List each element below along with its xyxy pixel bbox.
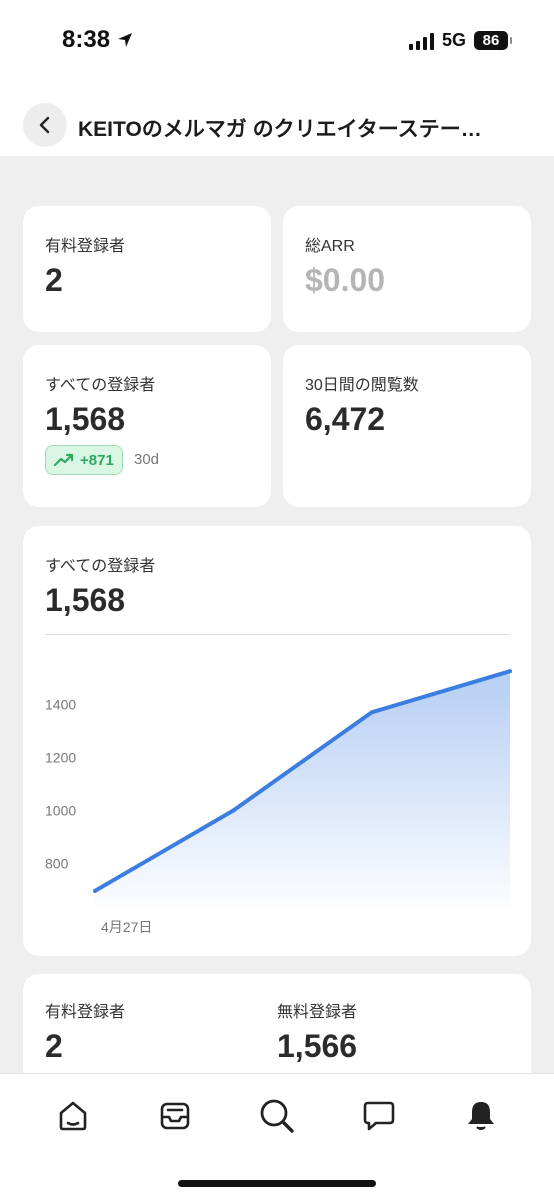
location-arrow-icon [118,33,133,47]
search-icon [260,1099,294,1133]
tab-search[interactable] [255,1094,299,1138]
tab-notifications[interactable] [459,1094,503,1138]
bell-icon [468,1102,494,1130]
paid-value: 2 [45,1028,63,1064]
free-value: 1,566 [277,1028,358,1064]
trend-badge: +871 [45,445,123,475]
y-tick-label: 1000 [45,802,76,818]
card-value: $0.00 [305,262,386,298]
x-tick-label: 4月27日 [101,919,152,935]
tab-chat[interactable] [357,1094,401,1138]
signal-icon [408,32,434,50]
y-axis-ticks: 1400 1200 1000 800 [45,696,76,871]
tab-home[interactable] [51,1094,95,1138]
data-point [93,888,97,893]
status-bar: 8:38 5G 86 [0,0,554,84]
battery-icon: 86 [474,31,512,50]
clock-text: 8:38 [62,26,111,53]
back-button[interactable] [23,103,67,147]
y-tick-label: 800 [45,856,69,872]
card-label: 有料登録者 [45,238,126,255]
chevron-left-icon [39,116,50,134]
card-value: 2 [45,262,63,298]
card-label: 総ARR [305,238,355,255]
data-point [369,710,374,715]
tab-inbox[interactable] [153,1094,197,1138]
all-subscribers-card[interactable]: すべての登録者 1,568 +871 30d [23,345,271,507]
card-label: すべての登録者 [45,377,156,394]
paid-subscribers-card[interactable]: 有料登録者 2 [23,206,271,332]
page-title: KEITOのメルマガ のクリエイターステー… [78,118,482,141]
home-indicator [178,1180,376,1187]
y-tick-label: 1400 [45,696,76,712]
card-value: 6,472 [305,401,386,437]
x-axis-ticks: 4月27日 [101,919,152,935]
trending-up-icon [54,453,74,467]
data-point [508,669,512,674]
subscribers-chart-card[interactable]: すべての登録者 1,568 1400 1200 1000 800 4月27日 [23,526,531,956]
page-header: KEITOのメルマガ のクリエイターステー… [0,84,554,156]
breakdown-card[interactable]: 有料登録者 2 無料登録者 1,566 [23,974,531,1073]
views-30d-card[interactable]: 30日間の閲覧数 6,472 [283,345,531,507]
free-label: 無料登録者 [277,1004,358,1021]
trend-period: 30d [134,451,160,468]
status-indicators: 5G 86 [408,30,512,51]
subscribers-line-chart[interactable]: 1400 1200 1000 800 4月27日 [23,526,531,956]
trend-value: +871 [80,451,114,469]
inbox-icon [160,1102,190,1130]
data-point [231,808,236,813]
home-icon [59,1101,87,1131]
dashboard-content[interactable]: 有料登録者 2 総ARR $0.00 すべての登録者 1,568 +871 30… [0,156,554,1073]
y-tick-label: 1200 [45,749,76,765]
network-type: 5G [441,30,466,50]
paid-label: 有料登録者 [45,1004,126,1021]
card-label: 30日間の閲覧数 [305,377,419,394]
status-time: 8:38 [62,26,134,54]
card-value: 1,568 [45,401,126,437]
total-arr-card[interactable]: 総ARR $0.00 [283,206,531,332]
subscribers-area [95,671,510,906]
chat-icon [363,1101,395,1131]
